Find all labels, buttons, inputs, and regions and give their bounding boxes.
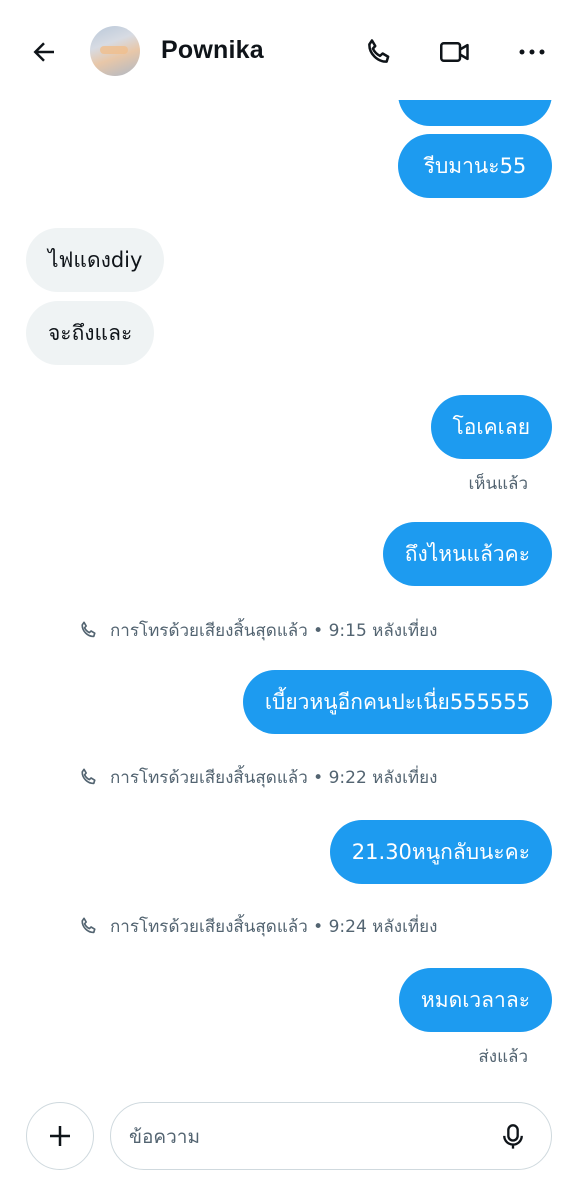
message-input-container[interactable] [110, 1102, 552, 1170]
video-call-button[interactable] [437, 34, 473, 70]
phone-icon [78, 767, 98, 787]
message-thread[interactable]: รีบมานะ55 ไฟแดงdiy จะถึงและ โอเคเลย เห็น… [0, 100, 578, 1090]
phone-icon [78, 916, 98, 936]
contact-name[interactable]: Pownika [161, 36, 264, 65]
video-camera-icon [440, 42, 469, 62]
phone-icon [368, 39, 390, 63]
message-status: เห็นแล้ว [468, 474, 528, 494]
call-ended-label: การโทรด้วยเสียงสิ้นสุดแล้ว • 9:22 หลังเท… [110, 767, 438, 788]
message-bubble-received[interactable]: จะถึงและ [26, 301, 155, 365]
more-horizontal-icon [519, 49, 545, 55]
microphone-icon [503, 1124, 523, 1149]
message-bubble-sent[interactable]: 21.30หนูกลับนะคะ [329, 820, 552, 884]
message-input[interactable] [129, 1119, 489, 1155]
back-button[interactable] [26, 34, 62, 70]
message-status: ส่งแล้ว [478, 1047, 528, 1067]
message-bubble-received[interactable]: ไฟแดงdiy [26, 228, 165, 292]
avatar[interactable] [90, 26, 140, 76]
call-ended-label: การโทรด้วยเสียงสิ้นสุดแล้ว • 9:15 หลังเท… [110, 620, 438, 641]
arrow-left-icon [33, 42, 54, 62]
message-composer [0, 1090, 578, 1199]
message-bubble-sent[interactable]: โอเคเลย [430, 395, 552, 459]
voice-message-button[interactable] [495, 1119, 531, 1155]
message-bubble-sent[interactable]: ถึงไหนแล้วคะ [382, 522, 552, 586]
message-bubble-sent[interactable]: หมดเวลาละ [398, 968, 552, 1032]
message-bubble-sent[interactable]: รีบมานะ55 [398, 134, 552, 198]
call-ended-notice: การโทรด้วยเสียงสิ้นสุดแล้ว • 9:15 หลังเท… [78, 618, 437, 642]
call-ended-notice: การโทรด้วยเสียงสิ้นสุดแล้ว • 9:24 หลังเท… [78, 914, 437, 938]
add-attachment-button[interactable] [26, 1102, 94, 1170]
call-ended-notice: การโทรด้วยเสียงสิ้นสุดแล้ว • 9:22 หลังเท… [78, 765, 437, 789]
more-options-button[interactable] [514, 34, 550, 70]
call-ended-label: การโทรด้วยเสียงสิ้นสุดแล้ว • 9:24 หลังเท… [110, 916, 438, 937]
message-bubble-sent[interactable]: เบี้ยวหนูอีกคนปะเนี่ย555555 [242, 670, 552, 734]
conversation-header: Pownika [0, 0, 578, 100]
plus-icon [50, 1126, 70, 1146]
voice-call-button[interactable] [360, 34, 396, 70]
phone-icon [78, 620, 98, 640]
message-bubble-sent[interactable] [398, 100, 552, 126]
